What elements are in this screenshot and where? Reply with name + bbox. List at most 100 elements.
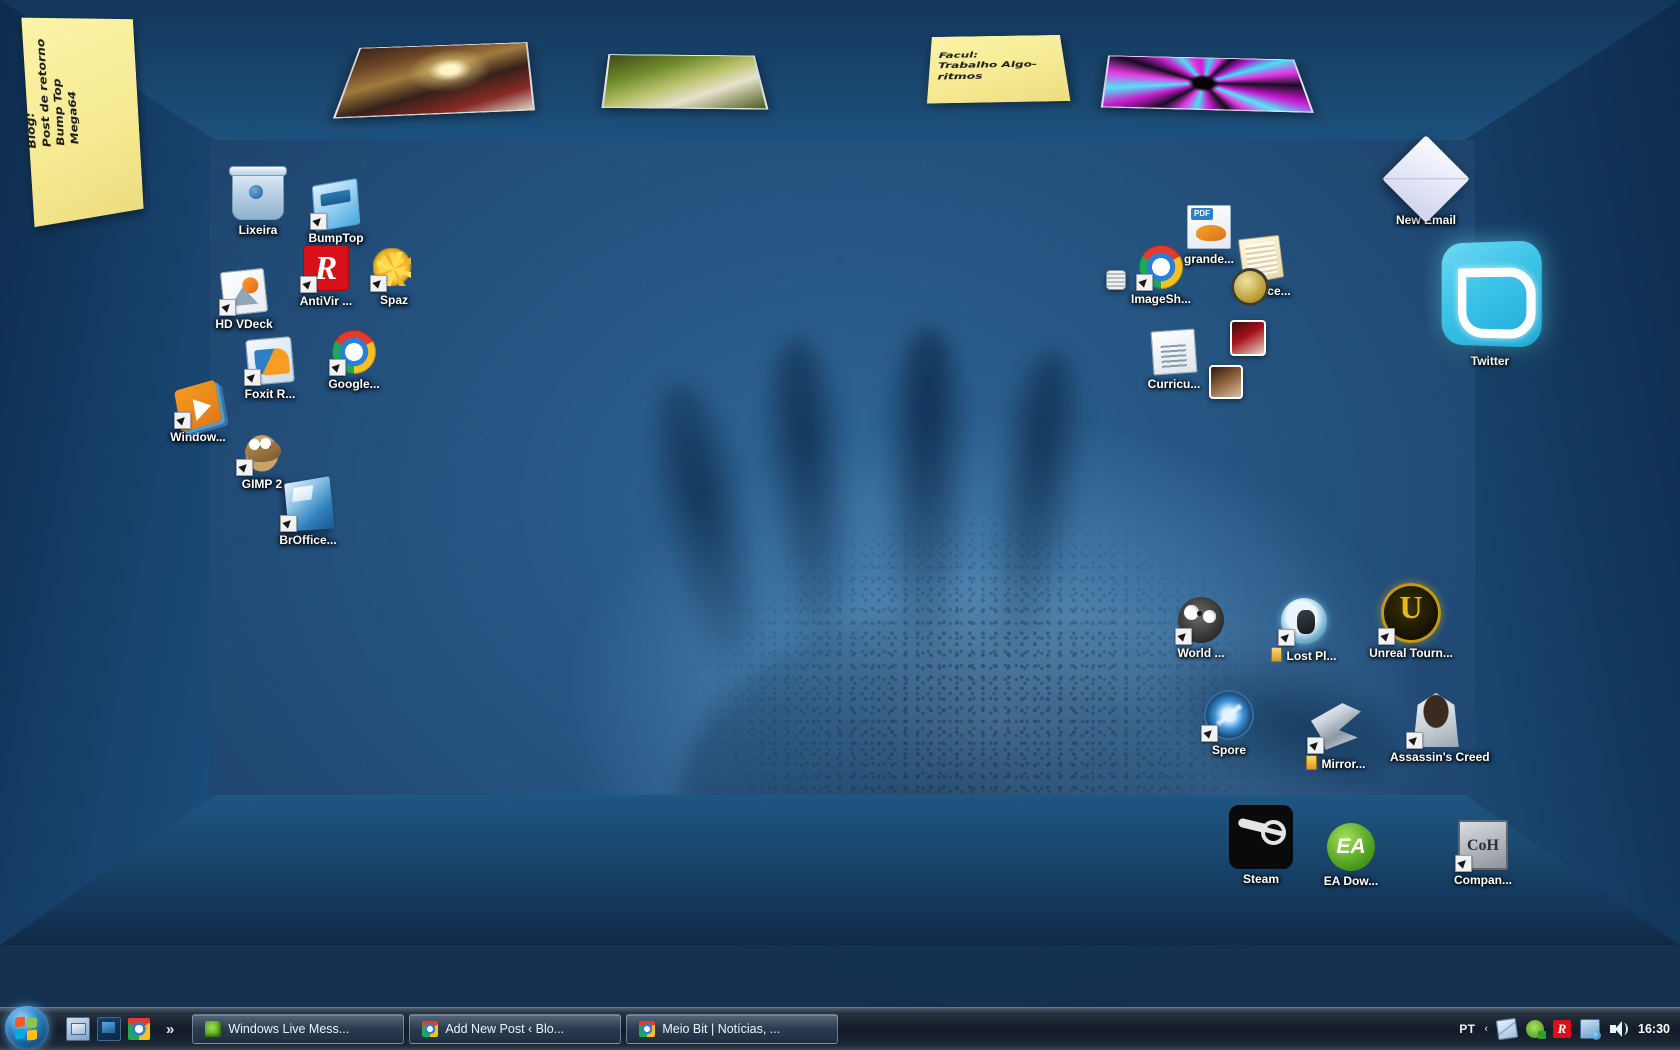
- shortcut-arrow-icon: [1378, 628, 1395, 645]
- quick-launch-overflow-chevron[interactable]: »: [166, 1021, 174, 1038]
- desktop-icon-label: EA Dow...: [1305, 874, 1397, 888]
- shortcut-arrow-icon: [1455, 855, 1472, 872]
- christmas-tree-photo[interactable]: [333, 42, 535, 118]
- start-button[interactable]: [2, 1009, 52, 1049]
- messenger-tray-icon[interactable]: [1526, 1020, 1544, 1038]
- taskbar[interactable]: » Windows Live Mess... Add New Post ‹ Blo…: [0, 1007, 1680, 1050]
- taskbar-window-button[interactable]: Add New Post ‹ Blo...: [409, 1014, 621, 1044]
- room-ceiling[interactable]: [0, 0, 1680, 145]
- envelope-icon[interactable]: [1395, 148, 1457, 210]
- shortcut-arrow-icon: [1307, 737, 1324, 754]
- magenta-burst-photo[interactable]: [1101, 55, 1314, 113]
- avira-tray-icon[interactable]: [1553, 1020, 1571, 1038]
- foxit-reader-icon[interactable]: [247, 338, 293, 384]
- spaz-twitter-icon[interactable]: [373, 248, 415, 290]
- flip-3d-icon[interactable]: [97, 1017, 121, 1041]
- desktop-icon-label: Steam: [1215, 872, 1307, 886]
- desktop-icon-steam-icon[interactable]: Steam: [1215, 805, 1307, 886]
- desktop-screen: Blog: Post de retorno Bump Top Mega64 Fa…: [0, 0, 1680, 1050]
- twitter-widget[interactable]: Twitter: [1432, 242, 1548, 368]
- taskbar-window-label: Windows Live Mess...: [228, 1022, 349, 1036]
- language-indicator[interactable]: PT: [1459, 1022, 1475, 1036]
- medal-icon-art: [1231, 268, 1269, 306]
- windows-media-player-icon[interactable]: [177, 385, 219, 427]
- unreal-tournament-icon[interactable]: [1381, 583, 1441, 643]
- assassins-creed-icon[interactable]: [1409, 693, 1463, 747]
- shortcut-arrow-icon: [300, 276, 317, 293]
- company-of-heroes-icon[interactable]: [1458, 820, 1508, 870]
- desktop-icon-portrait-photo-icon[interactable]: [1180, 365, 1272, 399]
- avira-antivir-icon[interactable]: [303, 245, 349, 291]
- desktop-icon-broffice-writer-icon[interactable]: BrOffice...: [262, 480, 354, 547]
- tray-expand-chevron[interactable]: ‹: [1484, 1023, 1488, 1035]
- desktop-icon-hd-vdeck-icon[interactable]: HD VDeck: [198, 270, 290, 331]
- sticky-note-facul-text: Facul: Trabalho Algo- ritmos: [937, 50, 1037, 81]
- taskbar-window-label: Meio Bit | Notícias, ...: [662, 1022, 780, 1036]
- desktop-icon-mirrors-edge-icon[interactable]: Mirror...: [1290, 700, 1382, 771]
- gimp-icon[interactable]: [239, 428, 285, 474]
- steam-icon[interactable]: [1229, 805, 1293, 869]
- desktop-icon-spaz-twitter-icon[interactable]: Spaz: [348, 248, 440, 307]
- folder-tag-icon: [1306, 755, 1317, 770]
- new-email-widget[interactable]: New Email: [1380, 148, 1472, 227]
- desktop-icon-spore-icon[interactable]: Spore: [1183, 690, 1275, 757]
- desktop-icon-label: HD VDeck: [198, 317, 290, 331]
- desktop-icon-label: BumpTop: [290, 231, 382, 245]
- network-tray-icon[interactable]: [1580, 1019, 1600, 1039]
- system-tray[interactable]: PT ‹ 16:30: [1459, 1019, 1670, 1039]
- twitter-label: Twitter: [1432, 354, 1548, 368]
- shortcut-arrow-icon: [1136, 274, 1153, 291]
- taskbar-window-label: Add New Post ‹ Blo...: [445, 1022, 564, 1036]
- red-photo-icon-art: [1230, 320, 1266, 356]
- broffice-writer-icon[interactable]: [283, 480, 333, 530]
- spore-icon[interactable]: [1204, 690, 1254, 740]
- red-photo-icon[interactable]: [1230, 320, 1266, 356]
- ea-downloader-icon[interactable]: [1327, 823, 1375, 871]
- clock[interactable]: 16:30: [1638, 1022, 1670, 1036]
- mirrors-edge-icon[interactable]: [1310, 700, 1362, 752]
- quick-launch-bar[interactable]: »: [66, 1017, 174, 1041]
- twitter-bird-icon[interactable]: [1438, 242, 1542, 346]
- recycle-bin-icon[interactable]: [232, 168, 284, 220]
- shortcut-arrow-icon: [244, 369, 261, 386]
- google-chrome-icon[interactable]: [332, 330, 376, 374]
- shortcut-arrow-icon: [310, 213, 327, 230]
- desktop-icon-label: Spaz: [348, 293, 440, 307]
- lost-planet-icon[interactable]: [1281, 598, 1327, 644]
- portrait-photo-icon[interactable]: [1209, 365, 1243, 399]
- desktop-icon-imageshack-chrome-icon[interactable]: ImageSh...: [1115, 245, 1207, 306]
- desktop-icon-unreal-tournament-icon[interactable]: Unreal Tourn...: [1365, 583, 1457, 660]
- desktop-icon-google-chrome-icon[interactable]: Google...: [308, 330, 400, 391]
- medal-icon[interactable]: [1231, 268, 1269, 306]
- volume-tray-icon[interactable]: [1609, 1020, 1627, 1038]
- shortcut-arrow-icon: [219, 299, 236, 316]
- show-desktop-icon[interactable]: [66, 1017, 90, 1041]
- mail-tray-icon[interactable]: [1496, 1018, 1519, 1041]
- room-right-wall[interactable]: [1465, 0, 1680, 945]
- bumptop-icon[interactable]: [313, 182, 359, 228]
- taskbar-window-button[interactable]: Windows Live Mess...: [192, 1014, 404, 1044]
- desktop-icon-assassins-creed-icon[interactable]: Assassin's Creed: [1390, 693, 1482, 764]
- msn-messenger-icon: [205, 1021, 221, 1037]
- imageshack-chrome-icon[interactable]: [1139, 245, 1183, 289]
- desktop-icon-lost-planet-icon[interactable]: Lost Pl...: [1258, 598, 1350, 663]
- chrome-icon: [422, 1021, 438, 1037]
- sticky-note-facul[interactable]: Facul: Trabalho Algo- ritmos: [927, 35, 1070, 104]
- desktop-icon-label: Unreal Tourn...: [1365, 646, 1457, 660]
- desktop-icon-bumptop-icon[interactable]: BumpTop: [290, 182, 382, 245]
- hd-vdeck-icon[interactable]: [222, 270, 266, 314]
- desktop-icon-world-of-goo-icon[interactable]: World ...: [1155, 597, 1247, 660]
- taskbar-window-button[interactable]: Meio Bit | Notícias, ...: [626, 1014, 838, 1044]
- chrome-icon[interactable]: [128, 1018, 150, 1040]
- sticky-note-blog[interactable]: Blog: Post de retorno Bump Top Mega64: [21, 18, 143, 227]
- desktop-icon-medal-icon[interactable]: [1204, 268, 1296, 306]
- desktop-icon-label: Lost Pl...: [1258, 647, 1350, 663]
- world-of-goo-icon[interactable]: [1178, 597, 1224, 643]
- desktop-icon-label: Google...: [308, 377, 400, 391]
- butterfly-photo[interactable]: [601, 54, 768, 110]
- shortcut-arrow-icon: [1175, 628, 1192, 645]
- desktop-icon-company-of-heroes-icon[interactable]: Compan...: [1437, 820, 1529, 887]
- desktop-icon-label: BrOffice...: [262, 533, 354, 547]
- room-floor[interactable]: [0, 795, 1680, 945]
- desktop-icon-ea-downloader-icon[interactable]: EA Dow...: [1305, 823, 1397, 888]
